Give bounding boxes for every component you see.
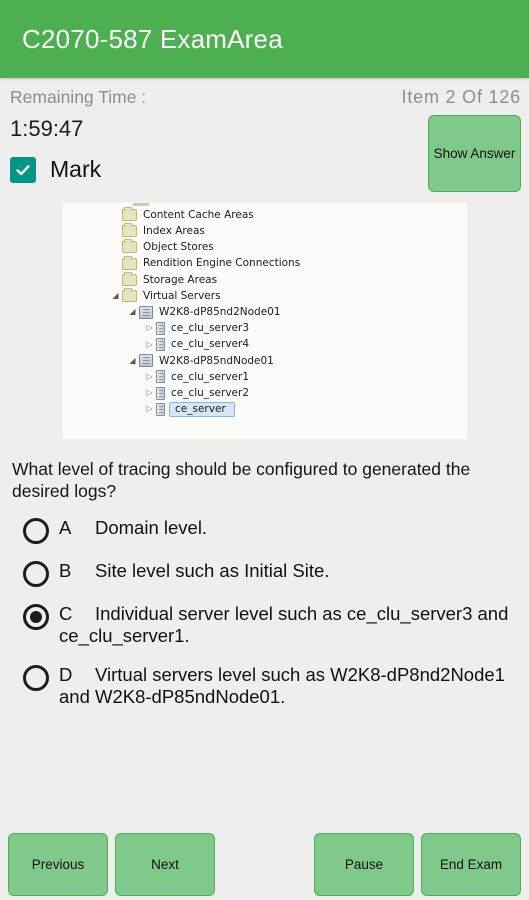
item-counter: Item 2 Of 126	[401, 86, 521, 107]
tree-arrow-placeholder	[109, 276, 122, 284]
tree-arrow-placeholder	[109, 211, 122, 219]
tree-node[interactable]: ◢ W2K8-dP85nd2Node01	[63, 304, 467, 320]
tree-node[interactable]: ▷ ce_server	[63, 401, 467, 418]
bottom-navigation-bar: Previous Next Pause End Exam	[0, 828, 529, 900]
file-tree: Content Cache Areas Index Areas Object S…	[63, 203, 467, 418]
server-icon	[156, 370, 165, 384]
tree-node-label: Rendition Engine Connections	[143, 257, 301, 270]
tree-node-label: Content Cache Areas	[143, 208, 254, 221]
tree-node-label-selected: ce_server	[169, 401, 235, 418]
answer-option-a[interactable]: A Domain level.	[10, 515, 519, 544]
folder-icon	[122, 288, 137, 303]
tree-node-label: Storage Areas	[143, 273, 218, 286]
pause-button[interactable]: Pause	[314, 832, 414, 896]
tree-node-label: W2K8-dP85ndNode01	[159, 354, 274, 367]
radio-button-a[interactable]	[23, 517, 49, 544]
tree-node[interactable]: Rendition Engine Connections	[63, 255, 467, 272]
show-answer-button[interactable]: Show Answer	[428, 115, 521, 192]
answer-option-d[interactable]: D Virtual servers level such as W2K8-dP8n…	[10, 662, 519, 709]
cluster-icon	[139, 305, 153, 319]
tree-node[interactable]: ▷ ce_clu_server2	[63, 385, 467, 401]
answer-option-label: Site level such as Initial Site.	[95, 559, 330, 581]
remaining-time-label: Remaining Time :	[10, 86, 147, 107]
tree-node-label: ce_clu_server3	[171, 322, 249, 335]
tree-node-label: Index Areas	[143, 225, 205, 238]
expand-arrow-closed-icon[interactable]: ▷	[143, 340, 156, 349]
answer-option-letter: B	[59, 559, 72, 581]
expand-arrow-closed-icon[interactable]: ▷	[143, 389, 156, 397]
expand-arrow-open-icon[interactable]: ◢	[109, 292, 122, 300]
mark-checkbox[interactable]	[10, 156, 36, 183]
tree-node[interactable]: ▷ ce_clu_server1	[63, 369, 467, 385]
answer-option-label: Domain level.	[95, 516, 208, 538]
tree-node-label: W2K8-dP85nd2Node01	[159, 305, 281, 318]
folder-icon	[122, 207, 137, 222]
exam-app-screen: C2070-587 ExamArea Remaining Time : Item…	[0, 0, 529, 900]
mark-label: Mark	[50, 156, 102, 182]
answer-option-label: Virtual servers level such as W2K8-dP8nd…	[59, 663, 505, 708]
folder-icon	[122, 255, 137, 270]
previous-button[interactable]: Previous	[8, 832, 108, 896]
question-text: What level of tracing should be configur…	[12, 459, 471, 502]
timer-mark-row: 1:59:47 Mark Show Answer	[0, 112, 529, 202]
server-icon	[156, 338, 165, 352]
tree-node[interactable]: ◢ Virtual Servers	[63, 288, 467, 304]
answer-option-label: Individual server level such as ce_clu_s…	[59, 602, 509, 647]
tree-node[interactable]: ◢ W2K8-dP85ndNode01	[63, 353, 467, 369]
folder-icon	[122, 271, 137, 286]
answer-option-letter: D	[59, 663, 73, 685]
tree-node-label: ce_clu_server1	[171, 370, 249, 383]
cluster-icon	[139, 354, 153, 368]
answer-options-list: A Domain level. B Site level such as Initia…	[10, 515, 519, 709]
answer-option-text: A Domain level.	[59, 515, 207, 540]
folder-icon	[122, 223, 137, 238]
expand-arrow-closed-icon[interactable]: ▷	[143, 405, 156, 413]
server-icon	[156, 402, 165, 416]
tree-node[interactable]: Content Cache Areas	[63, 207, 467, 223]
radio-button-b[interactable]	[23, 560, 49, 587]
tree-node[interactable]: Index Areas	[63, 223, 467, 239]
status-row: Remaining Time : Item 2 Of 126	[0, 82, 529, 112]
expand-arrow-open-icon[interactable]: ◢	[126, 308, 139, 316]
tree-node[interactable]: ▷ ce_clu_server4	[63, 337, 467, 353]
tree-node[interactable]: ▷ ce_clu_server3	[63, 320, 467, 336]
server-icon	[156, 386, 165, 400]
next-button[interactable]: Next	[115, 832, 215, 896]
tree-node-label: ce_clu_server2	[171, 386, 249, 399]
tree-node[interactable]: Storage Areas	[63, 271, 467, 288]
expand-arrow-closed-icon[interactable]: ▷	[143, 372, 156, 381]
exhibit-screenshot: Content Cache Areas Index Areas Object S…	[62, 202, 468, 440]
folder-icon	[122, 239, 137, 254]
server-icon	[156, 321, 165, 335]
answer-option-c[interactable]: C Individual server level such as ce_clu_…	[10, 601, 519, 648]
app-header: C2070-587 ExamArea	[0, 0, 529, 78]
answer-option-letter: A	[59, 516, 72, 538]
expand-arrow-closed-icon[interactable]: ▷	[143, 324, 156, 332]
tree-arrow-placeholder	[109, 227, 122, 235]
check-icon	[16, 164, 30, 175]
tree-node-label: ce_clu_server4	[171, 338, 249, 351]
radio-button-d[interactable]	[23, 664, 49, 691]
answer-option-b[interactable]: B Site level such as Initial Site.	[10, 558, 519, 587]
mark-question-control[interactable]: Mark	[10, 156, 101, 183]
app-title: C2070-587 ExamArea	[22, 23, 283, 54]
tree-node-label: Virtual Servers	[143, 289, 221, 302]
tree-node[interactable]: Object Stores	[63, 239, 467, 255]
radio-button-c[interactable]	[23, 603, 49, 630]
answer-option-text: C Individual server level such as ce_clu_…	[59, 601, 519, 648]
countdown-timer: 1:59:47	[10, 116, 84, 141]
tree-arrow-placeholder	[109, 260, 122, 268]
tree-arrow-placeholder	[109, 243, 122, 251]
answer-option-text: B Site level such as Initial Site.	[59, 558, 329, 583]
exhibit-image-area: Content Cache Areas Index Areas Object S…	[0, 202, 529, 452]
answer-option-text: D Virtual servers level such as W2K8-dP8n…	[59, 662, 519, 709]
expand-arrow-open-icon[interactable]: ◢	[126, 356, 139, 365]
tree-node-label: Object Stores	[143, 241, 214, 254]
answer-option-letter: C	[59, 602, 73, 624]
end-exam-button[interactable]: End Exam	[421, 832, 521, 896]
tree-connector-stub	[133, 203, 149, 206]
